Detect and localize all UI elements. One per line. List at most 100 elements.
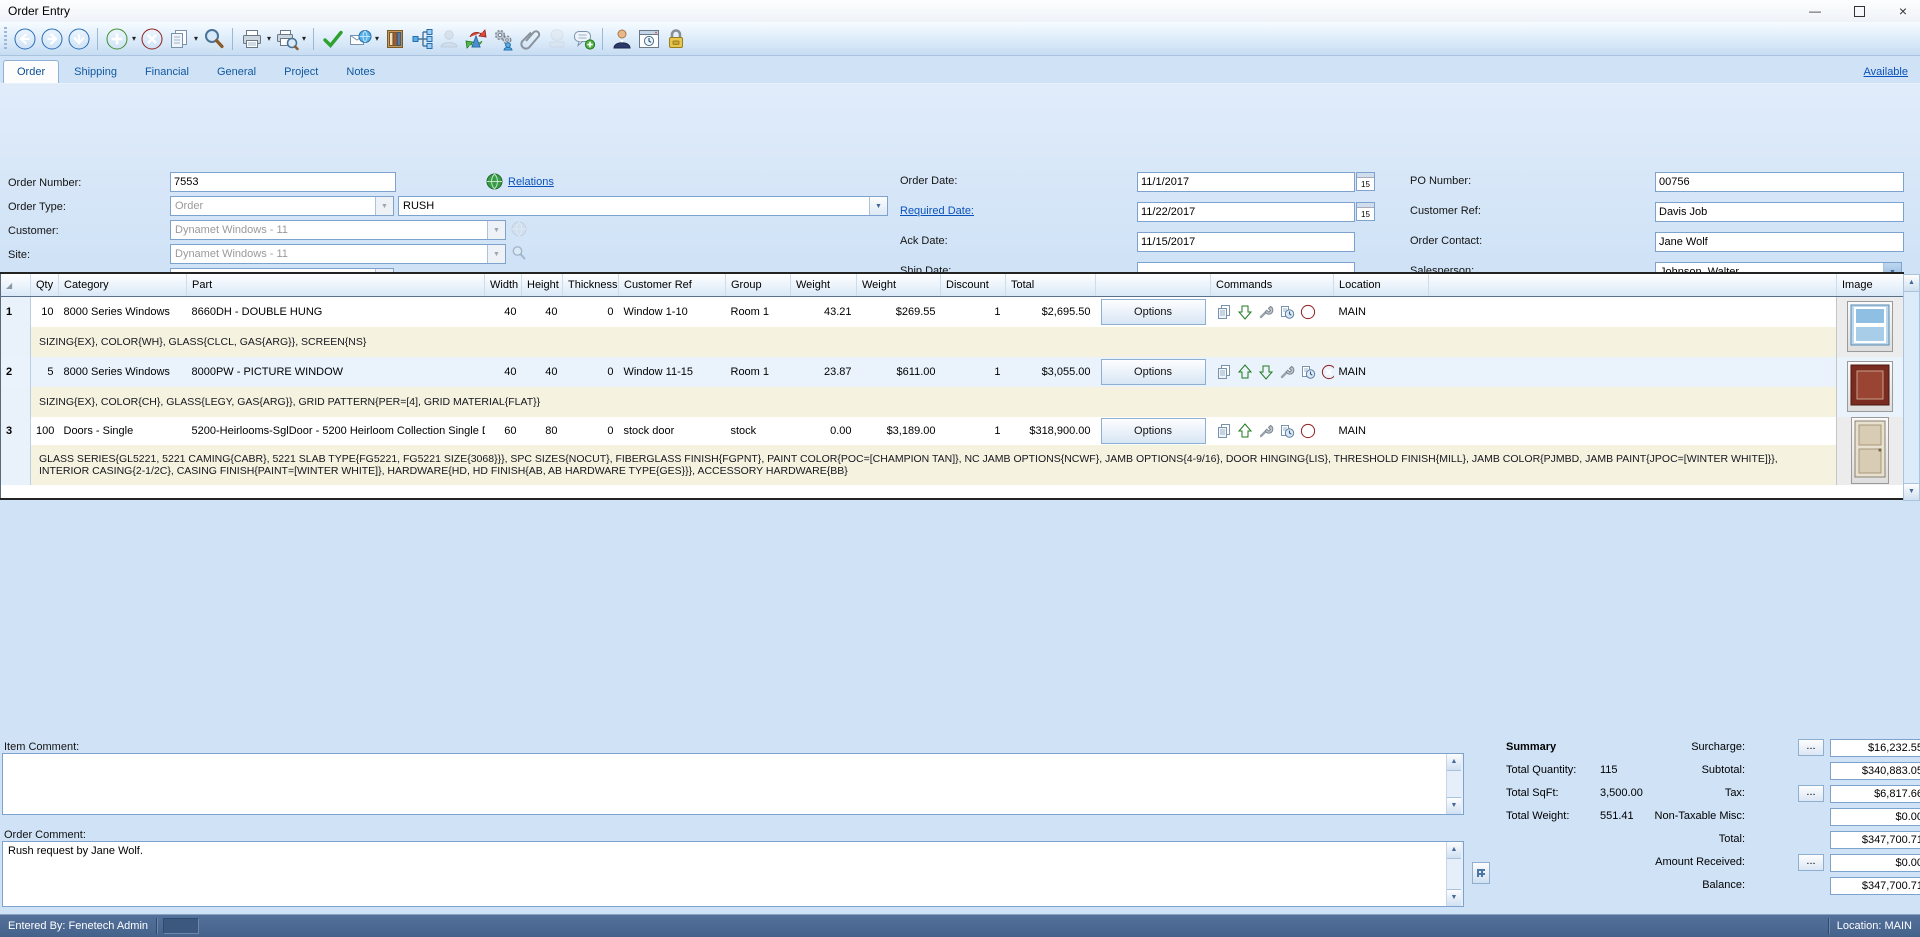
search-button[interactable] [200, 25, 227, 52]
cell-customer-ref[interactable]: Window 11-15 [619, 357, 726, 387]
cell-height[interactable]: 40 [522, 357, 563, 387]
cell-group[interactable]: Room 1 [726, 297, 791, 327]
order-date-input[interactable] [1137, 172, 1355, 192]
cell-category[interactable]: 8000 Series Windows [59, 357, 187, 387]
scroll-up-arrow-icon[interactable]: ▲ [1904, 275, 1919, 292]
cell-part[interactable]: 8660DH - DOUBLE HUNG [187, 297, 485, 327]
tab-shipping[interactable]: Shipping [61, 61, 130, 83]
cell-weight[interactable]: 0.00 [791, 417, 857, 445]
pricing-icon[interactable] [1279, 304, 1295, 320]
back-button[interactable] [11, 25, 38, 52]
add-comment-button[interactable] [570, 25, 597, 52]
col-header-commands[interactable]: Commands [1211, 273, 1334, 297]
balance-value[interactable]: $347,700.71 [1830, 877, 1920, 895]
col-header-width[interactable]: Width [485, 273, 522, 297]
row-number[interactable]: 2 [1, 357, 31, 387]
scroll-down-arrow-icon[interactable]: ▼ [1447, 797, 1461, 814]
close-button[interactable]: × [1894, 3, 1912, 19]
approve-button[interactable] [319, 25, 346, 52]
cell-discount[interactable]: 1 [941, 297, 1006, 327]
options-button[interactable]: Options [1101, 299, 1206, 325]
edit-item-icon[interactable] [1258, 423, 1274, 439]
non-taxable-value[interactable]: $0.00 [1830, 808, 1920, 826]
settings-button[interactable] [489, 25, 516, 52]
tab-notes[interactable]: Notes [333, 61, 388, 83]
cell-thickness[interactable]: 0 [563, 357, 619, 387]
catalog-button[interactable] [381, 25, 408, 52]
cell-thickness[interactable]: 0 [563, 417, 619, 445]
cell-location[interactable]: MAIN [1334, 297, 1429, 327]
options-button[interactable]: Options [1101, 418, 1206, 444]
order-total-value[interactable]: $347,700.71 [1830, 831, 1920, 849]
item-options-text[interactable]: GLASS SERIES{GL5221, 5221 CAMING{CABR}, … [31, 445, 1837, 485]
order-contact-input[interactable] [1655, 232, 1904, 252]
edit-item-icon[interactable] [1279, 364, 1295, 380]
item-comment-input[interactable] [3, 754, 1447, 814]
col-header-weight[interactable]: Weight [857, 273, 941, 297]
tab-financial[interactable]: Financial [132, 61, 202, 83]
col-header-image[interactable]: Image [1837, 273, 1904, 297]
amount-received-value[interactable]: $0.00 [1830, 854, 1920, 872]
cell-customer-ref[interactable]: stock door [619, 417, 726, 445]
ack-date-input[interactable] [1137, 232, 1355, 252]
item-options-text[interactable]: SIZING{EX}, COLOR{CH}, GLASS{LEGY, GAS{A… [31, 387, 1837, 417]
relations-tree-button[interactable] [408, 25, 435, 52]
edit-item-icon[interactable] [1258, 304, 1274, 320]
move-down-icon[interactable] [1237, 304, 1253, 320]
cell-discount[interactable]: 1 [941, 417, 1006, 445]
delete-item-icon[interactable] [1300, 423, 1316, 439]
delete-button[interactable] [138, 25, 165, 52]
col-header-thickness[interactable]: Thickness [563, 273, 619, 297]
cell-group[interactable]: stock [726, 417, 791, 445]
lock-button[interactable] [662, 25, 689, 52]
cell-part[interactable]: 5200-Heirlooms-SglDoor - 5200 Heirloom C… [187, 417, 485, 445]
cell-thickness[interactable]: 0 [563, 297, 619, 327]
item-comment-scrollbar[interactable]: ▲ ▼ [1446, 754, 1463, 814]
row-selector-header[interactable]: ◢ [1, 273, 31, 297]
delete-item-icon[interactable] [1300, 304, 1316, 320]
cell-qty[interactable]: 100 [31, 417, 59, 445]
scroll-down-arrow-icon[interactable]: ▼ [1904, 483, 1919, 500]
scroll-up-arrow-icon[interactable]: ▲ [1447, 754, 1461, 771]
tab-order[interactable]: Order [3, 60, 59, 83]
col-header-part[interactable]: Part [187, 273, 485, 297]
cell-height[interactable]: 40 [522, 297, 563, 327]
refresh-button[interactable] [462, 25, 489, 52]
cell-category[interactable]: 8000 Series Windows [59, 297, 187, 327]
item-options-text[interactable]: SIZING{EX}, COLOR{WH}, GLASS{CLCL, GAS{A… [31, 327, 1837, 357]
duplicate-item-icon[interactable] [1216, 364, 1232, 380]
options-button[interactable]: Options [1101, 359, 1206, 385]
cell-width[interactable]: 40 [485, 297, 522, 327]
print-dropdown-caret[interactable]: ▾ [265, 34, 273, 43]
pricing-icon[interactable] [1279, 423, 1295, 439]
tab-general[interactable]: General [204, 61, 269, 83]
order-comment-input[interactable]: Rush request by Jane Wolf. [3, 842, 1447, 906]
scroll-up-arrow-icon[interactable]: ▲ [1447, 842, 1461, 859]
cell-weight[interactable]: 23.87 [791, 357, 857, 387]
available-link[interactable]: Available [1864, 66, 1908, 83]
print-preview-button[interactable] [273, 25, 300, 52]
grid-scrollbar[interactable]: ▲ ▼ [1903, 274, 1920, 501]
cell-qty[interactable]: 10 [31, 297, 59, 327]
print-button[interactable] [238, 25, 265, 52]
contact-button[interactable] [608, 25, 635, 52]
customer-ref-input[interactable] [1655, 202, 1904, 222]
tax-more-button[interactable]: ... [1798, 785, 1824, 802]
cell-group[interactable]: Room 1 [726, 357, 791, 387]
surcharge-value[interactable]: $16,232.55 [1830, 739, 1920, 757]
surcharge-more-button[interactable]: ... [1798, 739, 1824, 756]
cell-price[interactable]: $269.55 [857, 297, 941, 327]
item-image-cell[interactable] [1837, 357, 1904, 417]
col-header-options[interactable] [1096, 273, 1211, 297]
amount-received-more-button[interactable]: ... [1798, 854, 1824, 871]
required-date-calendar-button[interactable]: 15 [1356, 202, 1375, 221]
cell-total[interactable]: $318,900.00 [1006, 417, 1096, 445]
minimize-button[interactable]: — [1806, 3, 1824, 19]
order-number-input[interactable] [170, 172, 396, 192]
item-image-cell[interactable] [1837, 417, 1904, 485]
col-header-qty[interactable]: Qty [31, 273, 59, 297]
order-class-dropdown-arrow[interactable]: ▼ [869, 197, 887, 215]
required-date-link[interactable]: Required Date: [900, 205, 974, 217]
cell-total[interactable]: $2,695.50 [1006, 297, 1096, 327]
print-preview-dropdown-caret[interactable]: ▾ [300, 34, 308, 43]
